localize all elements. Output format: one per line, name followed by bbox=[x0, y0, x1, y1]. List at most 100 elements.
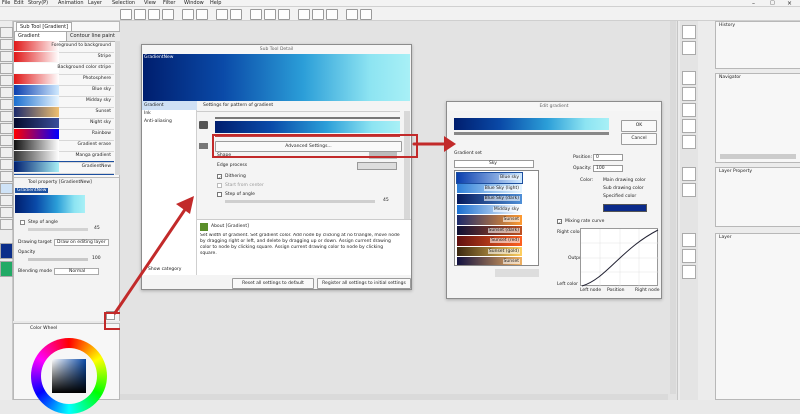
eraser-tool-icon[interactable] bbox=[0, 147, 13, 158]
subview-icon[interactable] bbox=[682, 87, 696, 101]
step-of-angle-checkbox[interactable] bbox=[20, 220, 25, 225]
menu-help[interactable]: Help bbox=[210, 0, 221, 7]
gradient-set-item[interactable]: Blue sky bbox=[456, 172, 523, 184]
invert-selection-icon[interactable] bbox=[264, 9, 276, 20]
gradient-set-item[interactable]: Midday sky bbox=[457, 204, 522, 214]
edge-process-options[interactable] bbox=[357, 162, 397, 170]
edit-gradient-nodes[interactable] bbox=[454, 132, 609, 135]
info-panel-icon[interactable] bbox=[682, 103, 696, 117]
step-angle-slider[interactable] bbox=[225, 200, 375, 203]
clear-icon[interactable] bbox=[216, 9, 228, 20]
dithering-checkbox[interactable]: ✓ bbox=[217, 174, 222, 180]
category-gradient[interactable]: Gradient bbox=[142, 101, 197, 110]
gradient-set-item[interactable]: Sunset (red) bbox=[457, 236, 522, 246]
navigator-icon[interactable] bbox=[682, 71, 696, 85]
opacity-input[interactable]: 100 bbox=[593, 165, 623, 172]
maximize-icon[interactable]: □ bbox=[770, 0, 775, 7]
menu-filter[interactable]: Filter bbox=[163, 0, 175, 7]
position-input[interactable]: 0 bbox=[593, 154, 623, 161]
airbrush-tool-icon[interactable] bbox=[0, 123, 13, 134]
edit-gradient-preview[interactable] bbox=[454, 118, 609, 130]
history-icon[interactable] bbox=[682, 25, 696, 39]
eyedropper-tool-icon[interactable] bbox=[0, 75, 13, 86]
specified-color-swatch[interactable] bbox=[603, 204, 647, 212]
set-toolbar[interactable] bbox=[495, 269, 539, 277]
gradient-set-item[interactable]: Blue Sky (light) bbox=[457, 183, 522, 193]
gradient-set-item[interactable]: Sunset (gold) bbox=[457, 246, 522, 256]
drawing-target-select[interactable]: Draw on editing layer bbox=[54, 239, 109, 246]
layer-icon[interactable] bbox=[682, 233, 696, 247]
main-color-icon[interactable] bbox=[0, 243, 13, 259]
ruler-icon[interactable] bbox=[298, 9, 310, 20]
saturation-value-box[interactable] bbox=[52, 359, 86, 393]
gradient-list-item[interactable]: GradientNew bbox=[14, 161, 114, 175]
zoom-tool-icon[interactable] bbox=[0, 27, 13, 38]
save-icon[interactable] bbox=[162, 9, 174, 20]
blending-mode-select[interactable]: Normal bbox=[54, 268, 99, 275]
home-icon[interactable] bbox=[120, 9, 132, 20]
gradient-set-select[interactable]: Sky bbox=[454, 160, 534, 168]
menu-animation[interactable]: Animation bbox=[58, 0, 84, 7]
eye-icon-advanced[interactable] bbox=[199, 143, 208, 149]
selection-tool-icon[interactable] bbox=[0, 51, 13, 62]
eye-icon[interactable] bbox=[199, 121, 208, 129]
guide-icon[interactable] bbox=[326, 9, 338, 20]
sub-color-icon[interactable] bbox=[0, 261, 13, 277]
close-icon[interactable]: × bbox=[787, 0, 792, 7]
color-option-sub[interactable]: Sub drawing color bbox=[603, 186, 644, 191]
timeline-icon[interactable] bbox=[682, 265, 696, 279]
crop-icon[interactable] bbox=[278, 9, 290, 20]
figure-tool-icon[interactable] bbox=[0, 195, 13, 206]
preview-icon[interactable] bbox=[360, 9, 372, 20]
gradient-editor-strip[interactable] bbox=[215, 121, 400, 133]
color-icon[interactable] bbox=[682, 183, 696, 197]
step-slider-track[interactable] bbox=[28, 228, 88, 231]
animation-cels-icon[interactable] bbox=[682, 249, 696, 263]
search-icon[interactable] bbox=[682, 41, 696, 55]
pencil-tool-icon[interactable] bbox=[0, 99, 13, 110]
new-file-icon[interactable] bbox=[134, 9, 146, 20]
redo-icon[interactable] bbox=[196, 9, 208, 20]
category-anti-aliasing[interactable]: Anti-aliasing bbox=[144, 119, 172, 124]
menu-story[interactable]: Story(P) bbox=[28, 0, 48, 7]
step-angle-checkbox[interactable] bbox=[217, 192, 222, 197]
mixing-rate-checkbox[interactable]: ✓ bbox=[557, 219, 562, 225]
tool-gradient-preview[interactable] bbox=[15, 195, 85, 213]
menu-view[interactable]: View bbox=[144, 0, 156, 7]
material-icon[interactable] bbox=[346, 9, 358, 20]
pen-tool-icon[interactable] bbox=[0, 87, 13, 98]
color-option-main[interactable]: Main drawing color bbox=[603, 178, 646, 183]
canvas-v-scrollbar[interactable] bbox=[670, 21, 676, 394]
settings-scrollbar[interactable] bbox=[404, 111, 410, 219]
category-ink[interactable]: Ink bbox=[144, 111, 151, 116]
gradient-node-bar[interactable] bbox=[215, 117, 400, 119]
gradient-tool-icon[interactable] bbox=[0, 183, 13, 194]
blend-tool-icon[interactable] bbox=[0, 159, 13, 170]
grid-icon[interactable] bbox=[312, 9, 324, 20]
decoration-tool-icon[interactable] bbox=[0, 135, 13, 146]
start-center-checkbox[interactable] bbox=[217, 183, 222, 188]
material-panel-icon[interactable] bbox=[682, 119, 696, 133]
menu-edit[interactable]: Edit bbox=[14, 0, 24, 7]
menu-selection[interactable]: Selection bbox=[112, 0, 135, 7]
opacity-slider[interactable] bbox=[28, 258, 88, 261]
open-icon[interactable] bbox=[148, 9, 160, 20]
register-settings-button[interactable]: Register all settings to initial setting… bbox=[317, 278, 411, 289]
reset-settings-button[interactable]: Reset all settings to default bbox=[232, 278, 314, 289]
menu-file[interactable]: File bbox=[2, 0, 10, 7]
fill-tool-icon[interactable] bbox=[0, 171, 13, 182]
color-option-specified[interactable]: Specified color bbox=[603, 194, 636, 199]
ok-button[interactable]: OK bbox=[621, 120, 657, 132]
gradient-set-item[interactable]: Sunset bbox=[457, 257, 522, 265]
menu-layer[interactable]: Layer bbox=[88, 0, 102, 7]
undo-icon[interactable] bbox=[182, 9, 194, 20]
mixing-curve-editor[interactable] bbox=[580, 228, 659, 287]
navigator-zoom-slider[interactable] bbox=[720, 154, 796, 159]
frame-tool-icon[interactable] bbox=[0, 207, 13, 218]
auto-select-tool-icon[interactable] bbox=[0, 63, 13, 74]
minimize-icon[interactable]: – bbox=[752, 0, 755, 7]
move-tool-icon[interactable] bbox=[0, 39, 13, 50]
gradient-set-item[interactable]: Sunset bbox=[457, 215, 522, 225]
layer-property-icon[interactable] bbox=[682, 167, 696, 181]
brush-tool-icon[interactable] bbox=[0, 111, 13, 122]
